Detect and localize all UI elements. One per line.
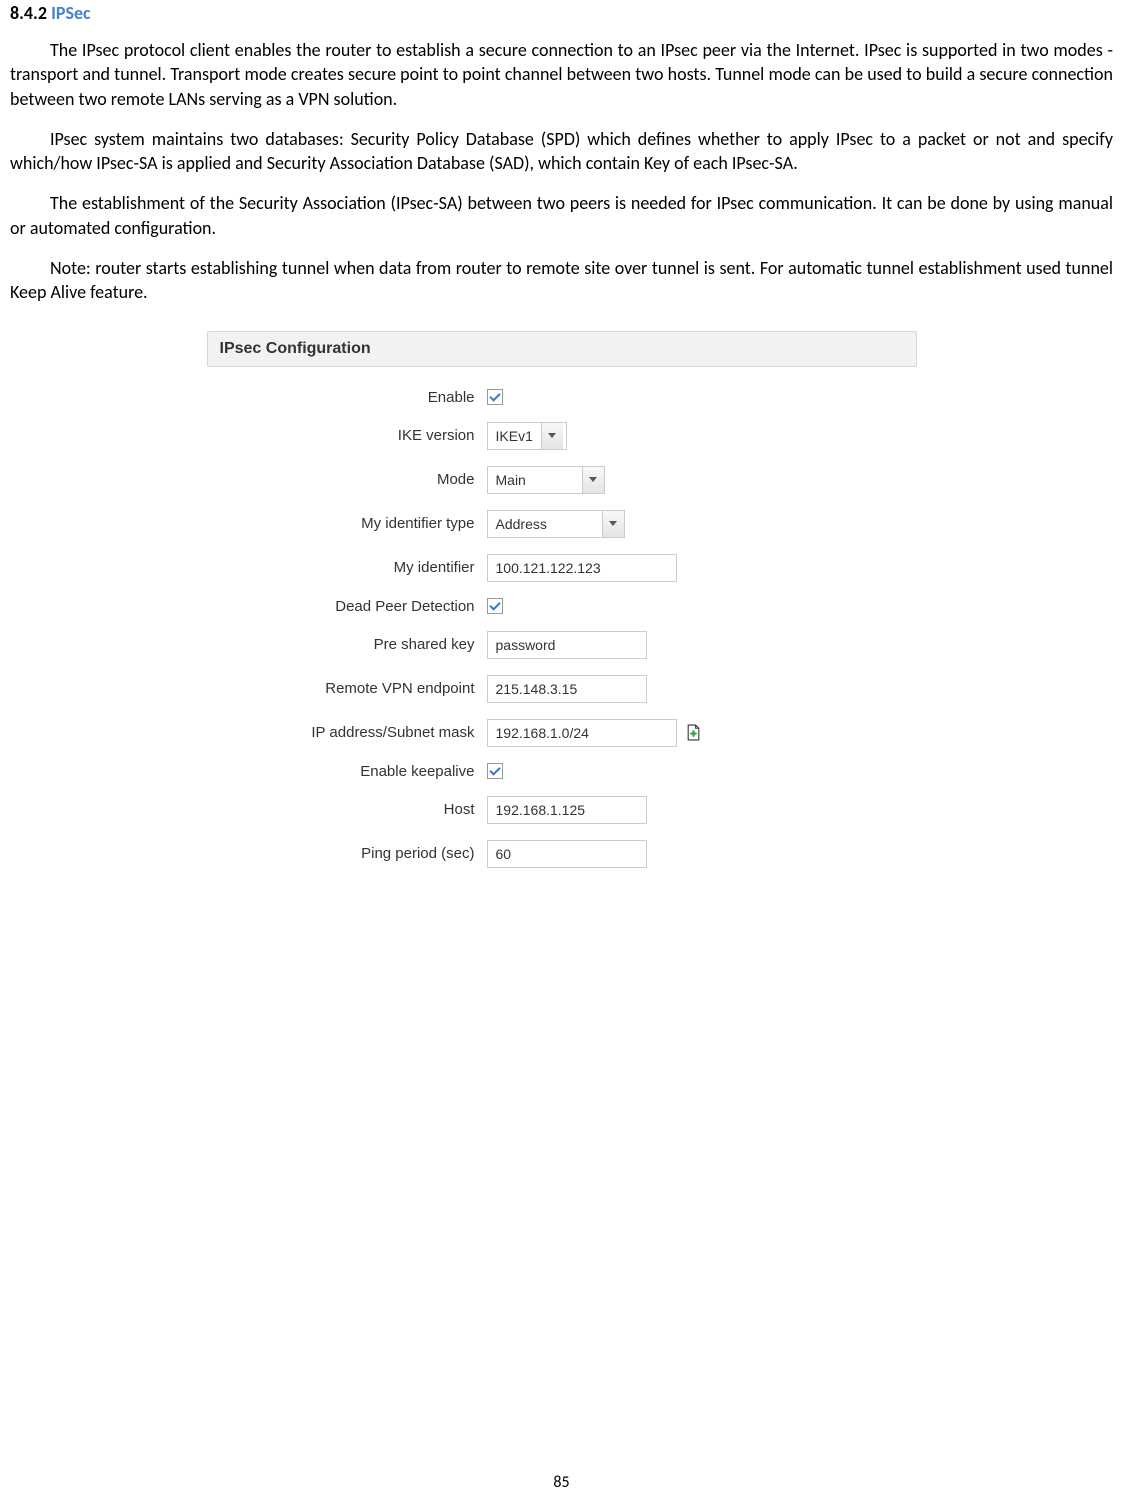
label-psk: Pre shared key bbox=[207, 636, 487, 653]
label-ip-subnet: IP address/Subnet mask bbox=[207, 724, 487, 741]
label-mode: Mode bbox=[207, 471, 487, 488]
panel-title: IPsec Configuration bbox=[207, 331, 917, 367]
page-number: 85 bbox=[0, 1473, 1123, 1492]
row-remote-endpoint: Remote VPN endpoint bbox=[207, 675, 917, 703]
row-my-identifier: My identifier bbox=[207, 554, 917, 582]
row-enable-keepalive: Enable keepalive bbox=[207, 763, 917, 780]
host-input[interactable] bbox=[487, 796, 647, 824]
mode-select[interactable]: Main bbox=[487, 466, 605, 494]
label-enable-keepalive: Enable keepalive bbox=[207, 763, 487, 780]
chevron-down-icon bbox=[541, 423, 563, 449]
row-psk: Pre shared key bbox=[207, 631, 917, 659]
dead-peer-checkbox[interactable] bbox=[487, 598, 503, 614]
label-ping-period: Ping period (sec) bbox=[207, 845, 487, 862]
section-number: 8.4.2 bbox=[10, 2, 47, 24]
my-identifier-input[interactable] bbox=[487, 554, 677, 582]
identifier-type-value: Address bbox=[488, 516, 602, 532]
row-identifier-type: My identifier type Address bbox=[207, 510, 917, 538]
label-identifier-type: My identifier type bbox=[207, 515, 487, 532]
ping-period-input[interactable] bbox=[487, 840, 647, 868]
chevron-down-icon bbox=[602, 511, 624, 537]
ike-version-value: IKEv1 bbox=[488, 428, 541, 444]
mode-value: Main bbox=[488, 472, 582, 488]
label-host: Host bbox=[207, 801, 487, 818]
paragraph-4: Note: router starts establishing tunnel … bbox=[10, 256, 1113, 305]
section-title: IPSec bbox=[51, 2, 90, 24]
row-host: Host bbox=[207, 796, 917, 824]
label-my-identifier: My identifier bbox=[207, 559, 487, 576]
paragraph-3: The establishment of the Security Associ… bbox=[10, 191, 1113, 240]
row-ike-version: IKE version IKEv1 bbox=[207, 422, 917, 450]
row-dead-peer: Dead Peer Detection bbox=[207, 598, 917, 615]
ipsec-config-panel: IPsec Configuration Enable IKE version I… bbox=[207, 331, 917, 868]
add-subnet-button[interactable] bbox=[685, 724, 703, 742]
psk-input[interactable] bbox=[487, 631, 647, 659]
paragraph-2: IPsec system maintains two databases: Se… bbox=[10, 127, 1113, 176]
row-ip-subnet: IP address/Subnet mask bbox=[207, 719, 917, 747]
row-ping-period: Ping period (sec) bbox=[207, 840, 917, 868]
ike-version-select[interactable]: IKEv1 bbox=[487, 422, 567, 450]
keepalive-checkbox[interactable] bbox=[487, 763, 503, 779]
row-mode: Mode Main bbox=[207, 466, 917, 494]
label-remote-endpoint: Remote VPN endpoint bbox=[207, 680, 487, 697]
identifier-type-select[interactable]: Address bbox=[487, 510, 625, 538]
label-enable: Enable bbox=[207, 389, 487, 406]
enable-checkbox[interactable] bbox=[487, 389, 503, 405]
paragraph-1: The IPsec protocol client enables the ro… bbox=[10, 38, 1113, 111]
section-heading: 8.4.2 IPSec bbox=[10, 0, 1113, 24]
label-dead-peer: Dead Peer Detection bbox=[207, 598, 487, 615]
ip-subnet-input[interactable] bbox=[487, 719, 677, 747]
chevron-down-icon bbox=[582, 467, 604, 493]
remote-endpoint-input[interactable] bbox=[487, 675, 647, 703]
row-enable: Enable bbox=[207, 389, 917, 406]
add-page-icon bbox=[685, 724, 702, 741]
label-ike-version: IKE version bbox=[207, 427, 487, 444]
